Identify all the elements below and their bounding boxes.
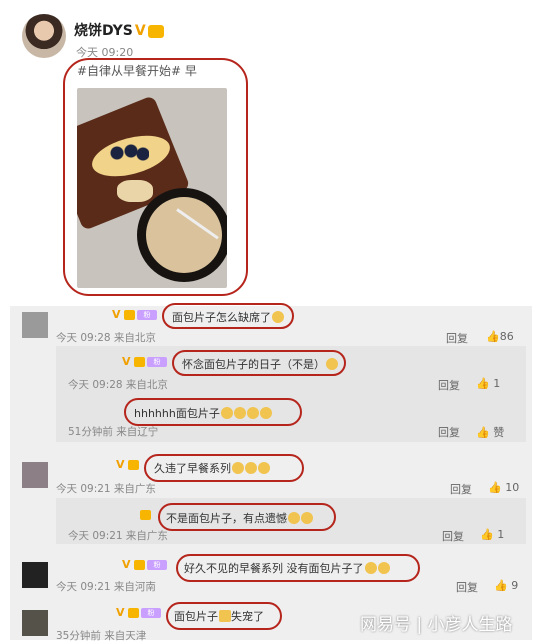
fan-tag-icon: 粉	[137, 310, 157, 320]
verified-icon: V	[116, 606, 125, 619]
like-count: 9	[511, 579, 519, 592]
highlight-ring	[162, 303, 294, 329]
member-level-icon	[134, 560, 145, 570]
member-level-icon	[134, 357, 145, 367]
verified-icon: V	[122, 558, 131, 571]
member-level-icon	[124, 310, 135, 320]
like-button[interactable]: 👍 1	[480, 528, 504, 541]
comment-meta: 今天 09:21 来自广东	[56, 483, 156, 495]
commenter-avatar[interactable]	[22, 562, 48, 588]
verified-icon: V	[122, 355, 131, 368]
highlight-ring	[166, 602, 282, 630]
comment-meta: 35分钟前 来自天津	[56, 630, 147, 642]
verified-icon: V	[112, 308, 121, 321]
reply-button[interactable]: 回复	[456, 579, 478, 595]
fan-tag-icon: 粉	[147, 560, 167, 570]
highlight-ring	[158, 503, 336, 531]
like-count: 1	[497, 528, 505, 541]
highlight-ring-post	[63, 58, 248, 296]
like-count: 86	[499, 330, 514, 343]
verified-badge: V	[134, 23, 146, 39]
fan-tag-icon: 粉	[141, 608, 161, 618]
highlight-ring	[144, 454, 304, 482]
reply-button[interactable]: 回复	[438, 424, 460, 440]
like-button[interactable]: 👍 9	[494, 579, 518, 592]
highlight-ring	[172, 350, 346, 376]
author-name: 烧饼DYS	[74, 23, 133, 39]
member-level-icon	[128, 608, 139, 618]
member-level-icon	[128, 460, 139, 470]
highlight-ring	[176, 554, 420, 582]
like-button[interactable]: 👍 10	[488, 481, 519, 494]
like-button[interactable]: 👍 赞	[476, 424, 504, 440]
comment-meta: 今天 09:28 来自北京	[56, 332, 156, 344]
reply-meta: 今天 09:21 来自广东	[68, 530, 168, 542]
like-button[interactable]: 👍 1	[476, 377, 500, 390]
reply-button[interactable]: 回复	[446, 330, 468, 346]
fan-tag-icon: 粉	[147, 357, 167, 367]
commenter-avatar[interactable]	[22, 312, 48, 338]
comment-meta: 今天 09:21 来自河南	[56, 581, 156, 593]
reply-meta: 今天 09:28 来自北京	[68, 379, 168, 391]
verified-icon: V	[116, 458, 125, 471]
comments-panel: V 粉 面包片子怎么缺席了 今天 09:28 来自北京 回复 👍86 V 粉 怀…	[10, 303, 532, 642]
commenter-avatar[interactable]	[22, 462, 48, 488]
commenter-avatar[interactable]	[22, 610, 48, 636]
highlight-ring	[124, 398, 302, 426]
member-level-icon	[140, 510, 151, 520]
watermark: 网易号 | 小彦人生路	[360, 615, 513, 635]
reply-button[interactable]: 回复	[442, 528, 464, 544]
member-level-icon	[147, 24, 164, 38]
reply-button[interactable]: 回复	[450, 481, 472, 497]
author-avatar[interactable]	[22, 14, 66, 58]
like-button[interactable]: 👍86	[486, 330, 514, 343]
like-count: 1	[493, 377, 501, 390]
like-count: 赞	[493, 426, 505, 439]
reply-button[interactable]: 回复	[438, 377, 460, 393]
reply-meta: 51分钟前 来自辽宁	[68, 426, 159, 438]
like-count: 10	[505, 481, 520, 494]
post-author[interactable]: 烧饼DYS V	[74, 20, 164, 40]
